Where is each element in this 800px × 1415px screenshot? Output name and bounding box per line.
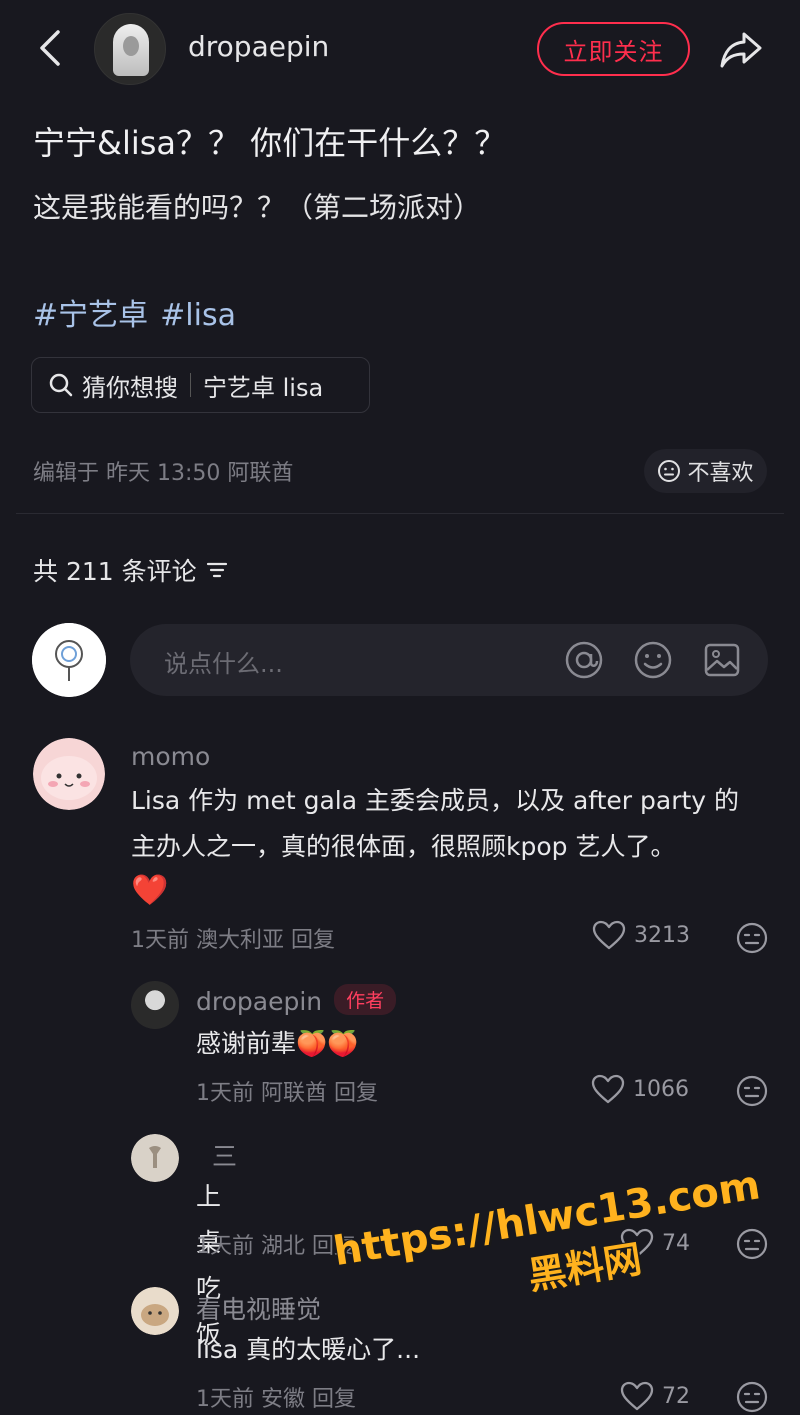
dislike-face-icon[interactable]	[736, 922, 768, 954]
comment-count-text: 共 211 条评论	[33, 557, 197, 586]
like-button[interactable]: 72	[620, 1381, 690, 1411]
comment-input[interactable]: 说点什么...	[130, 624, 768, 696]
heart-outline-icon	[620, 1381, 654, 1411]
like-count: 1066	[633, 1076, 689, 1102]
commenter-name[interactable]: 三	[212, 1137, 237, 1173]
guess-query: 宁艺卓 lisa	[203, 373, 324, 402]
like-count: 3213	[634, 922, 690, 948]
section-divider	[16, 513, 784, 514]
hashtag-list: #宁艺卓 #lisa	[33, 290, 248, 334]
commenter-name[interactable]: momo	[131, 742, 210, 771]
dislike-face-icon[interactable]	[736, 1075, 768, 1107]
heart-outline-icon	[592, 920, 626, 950]
comment-text-content: 感谢前辈	[196, 1029, 297, 1058]
author-badge: 作者	[334, 984, 397, 1015]
follow-button[interactable]: 立即关注	[537, 22, 690, 76]
author-username[interactable]: dropaepin	[188, 30, 329, 63]
heart-outline-icon	[591, 1074, 625, 1104]
hashtag-link[interactable]: #lisa	[160, 298, 236, 333]
peach-emoji: 🍑🍑	[296, 1029, 359, 1058]
share-icon[interactable]	[716, 24, 766, 74]
comment-text: lisa 真的太暖心了...	[196, 1335, 421, 1364]
commenter-name[interactable]: dropaepin	[196, 987, 322, 1016]
emoji-icon[interactable]	[633, 640, 673, 680]
post-subtitle: 这是我能看的吗？？（第二场派对）	[33, 191, 482, 224]
like-button[interactable]: 3213	[592, 920, 690, 950]
top-bar: dropaepin 立即关注	[0, 0, 800, 100]
commenter-name[interactable]: 看电视睡觉	[196, 1290, 321, 1326]
dislike-button[interactable]: 不喜欢	[644, 449, 767, 493]
neutral-face-icon	[658, 460, 681, 482]
author-avatar[interactable]	[94, 13, 166, 85]
guess-label: 猜你想搜	[82, 373, 178, 402]
search-icon	[49, 373, 73, 397]
commenter-avatar[interactable]	[131, 1134, 179, 1182]
divider	[190, 373, 191, 397]
commenter-avatar[interactable]	[131, 981, 179, 1029]
commenter-avatar[interactable]	[33, 738, 105, 810]
comment-text-line: 主办人之一，真的很体面，很照顾kpop 艺人了。	[131, 832, 676, 861]
at-mention-icon[interactable]	[564, 640, 604, 680]
guess-search-chip[interactable]: 猜你想搜 宁艺卓 lisa	[31, 357, 370, 413]
dislike-face-icon[interactable]	[736, 1381, 768, 1413]
commenter-avatar[interactable]	[131, 1287, 179, 1335]
heart-emoji: ❤️	[131, 873, 169, 908]
commenter-name-row: dropaepin 作者	[196, 984, 397, 1016]
back-arrow-icon[interactable]	[30, 26, 74, 70]
dislike-label: 不喜欢	[687, 461, 754, 486]
comment-meta[interactable]: 1天前 澳大利亚 回复	[131, 922, 335, 954]
comment-count[interactable]: 共 211 条评论	[33, 552, 229, 588]
comment-meta[interactable]: 1天前 阿联酋 回复	[196, 1075, 378, 1107]
watermark: https://hlwc13.com 黑料网	[316, 1160, 786, 1332]
comment-placeholder: 说点什么...	[164, 650, 283, 678]
like-count: 72	[662, 1383, 690, 1409]
comment-text: 感谢前辈🍑🍑	[196, 1021, 358, 1067]
comment-meta[interactable]: 1天前 安徽 回复	[196, 1381, 356, 1413]
like-button[interactable]: 1066	[591, 1074, 689, 1104]
hashtag-link[interactable]: #宁艺卓	[33, 298, 148, 333]
my-avatar[interactable]	[32, 623, 106, 697]
post-title: 宁宁&lisa？？ 你们在干什么？？	[33, 124, 507, 162]
sort-icon	[206, 562, 227, 578]
comment-text-line: Lisa 作为 met gala 主委会成员，以及 after party 的	[131, 786, 740, 815]
image-icon[interactable]	[702, 640, 742, 680]
post-meta: 编辑于 昨天 13:50 阿联酋	[33, 461, 294, 486]
